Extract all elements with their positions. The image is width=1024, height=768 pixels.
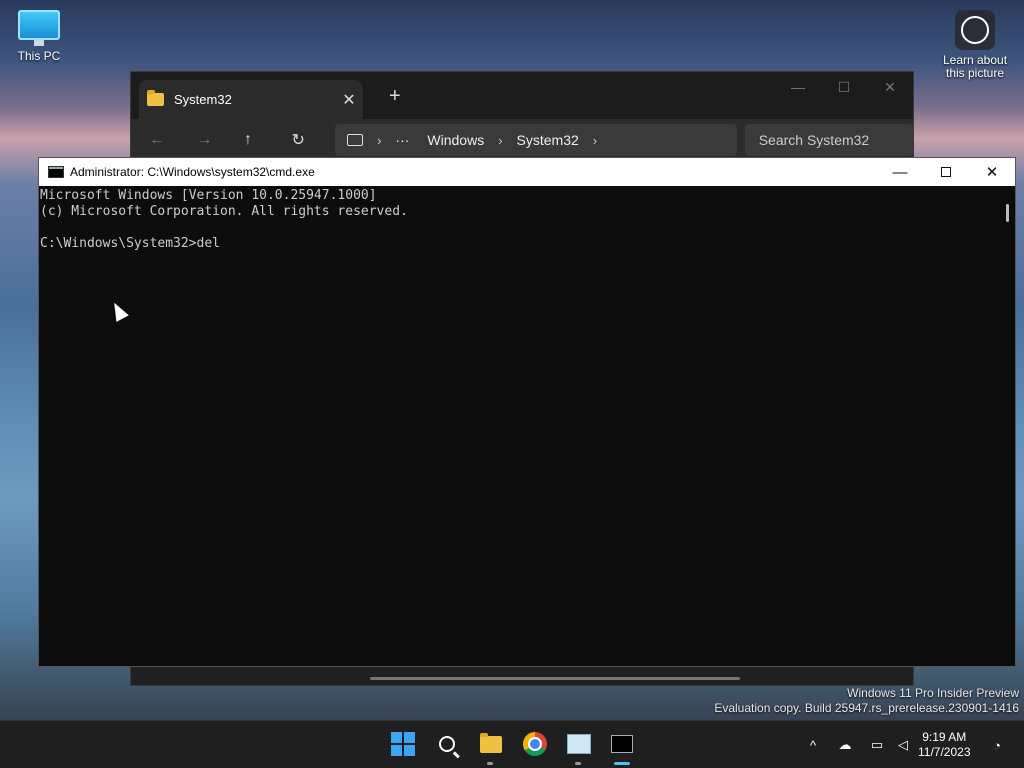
breadcrumb-more[interactable]: ··· (395, 132, 409, 148)
notifications-bell-icon[interactable]: ◔ (986, 721, 1008, 768)
vertical-scrollbar[interactable] (999, 186, 1015, 666)
forward-button[interactable]: → (193, 131, 241, 149)
taskbar-performance-monitor[interactable] (564, 729, 594, 765)
search-input[interactable]: Search System32 (744, 124, 913, 156)
console-prompt-line: C:\Windows\System32>del (40, 236, 221, 251)
breadcrumb-item-system32[interactable]: System32 (517, 132, 579, 148)
cmd-title-bar[interactable]: Administrator: C:\Windows\system32\cmd.e… (39, 158, 1015, 186)
chevron-right-icon: › (377, 132, 382, 148)
new-tab-button[interactable]: + (389, 85, 401, 108)
monitor-icon (18, 10, 60, 46)
up-button[interactable]: ↑ (240, 131, 288, 149)
window-title: Administrator: C:\Windows\system32\cmd.e… (70, 165, 315, 179)
folder-icon (147, 90, 164, 106)
desktop-icon-this-pc[interactable]: This PC (4, 10, 74, 63)
minimize-button[interactable]: — (775, 72, 821, 102)
address-bar[interactable]: › ··· Windows › System32 › (335, 124, 737, 156)
clock-time: 9:19 AM (922, 730, 967, 744)
windows-logo-icon (391, 732, 415, 756)
console-line: Microsoft Windows [Version 10.0.25947.10… (40, 188, 377, 203)
tab-title: System32 (174, 92, 232, 107)
scrollbar-thumb[interactable] (1006, 204, 1009, 222)
taskbar-chrome[interactable] (520, 729, 550, 759)
watermark-line: Windows 11 Pro Insider Preview (847, 686, 1019, 700)
desktop-icon-learn-about-picture[interactable]: Learn about this picture (938, 10, 1012, 80)
start-button[interactable] (388, 729, 418, 759)
chrome-icon (523, 732, 547, 756)
search-icon (439, 736, 455, 752)
refresh-button[interactable]: ↻ (288, 130, 336, 150)
volume-muted-icon[interactable]: ◁ (892, 721, 914, 768)
desktop-icon-label: Learn about this picture (942, 53, 1008, 80)
clock-date: 11/7/2023 (918, 745, 971, 759)
close-button[interactable]: ✕ (867, 72, 913, 102)
explorer-tab[interactable]: System32 ✕ (139, 80, 363, 119)
show-hidden-icons-button[interactable]: ^ (802, 721, 824, 768)
console-line: (c) Microsoft Corporation. All rights re… (40, 204, 408, 219)
onedrive-icon[interactable]: ☁ (834, 721, 856, 768)
taskbar-terminal[interactable] (607, 729, 637, 765)
watermark-line: Evaluation copy. Build 25947.rs_prerelea… (714, 701, 1019, 715)
explorer-tab-bar: System32 ✕ + — ☐ ✕ (131, 72, 913, 119)
clock[interactable]: 9:19 AM 11/7/2023 (918, 730, 971, 760)
cmd-icon (48, 166, 64, 178)
breadcrumb-item-windows[interactable]: Windows (427, 132, 484, 148)
terminal-icon (611, 735, 633, 753)
taskbar: ^ ☁ ▭ ◁ 9:19 AM 11/7/2023 ◔ (0, 720, 1024, 768)
evaluation-watermark: Windows 11 Pro Insider Preview Evaluatio… (714, 686, 1019, 716)
chevron-right-icon: › (498, 132, 503, 148)
running-indicator (487, 762, 493, 765)
explorer-nav-bar: ← → ↑ ↻ › ··· Windows › System32 › Searc… (131, 119, 913, 161)
network-icon[interactable]: ▭ (866, 721, 888, 768)
search-button[interactable] (432, 729, 462, 759)
running-indicator (575, 762, 581, 765)
performance-monitor-icon (567, 734, 591, 754)
maximize-icon (941, 167, 951, 177)
active-indicator (614, 762, 630, 765)
back-button[interactable]: ← (145, 131, 193, 149)
learn-about-picture-icon (955, 10, 995, 50)
maximize-button[interactable] (923, 158, 969, 186)
taskbar-file-explorer[interactable] (476, 729, 506, 765)
file-explorer-icon (480, 732, 502, 753)
cmd-window: Administrator: C:\Windows\system32\cmd.e… (38, 157, 1016, 667)
maximize-button[interactable]: ☐ (821, 72, 867, 102)
chevron-right-icon: › (592, 132, 598, 148)
close-button[interactable]: ✕ (969, 158, 1015, 186)
desktop-icon-label: This PC (17, 49, 61, 63)
console-output[interactable]: Microsoft Windows [Version 10.0.25947.10… (39, 186, 1015, 252)
minimize-button[interactable]: — (877, 158, 923, 186)
this-pc-icon (347, 134, 364, 146)
close-tab-icon[interactable]: ✕ (335, 90, 363, 110)
explorer-horizontal-scrollbar[interactable] (370, 677, 740, 680)
